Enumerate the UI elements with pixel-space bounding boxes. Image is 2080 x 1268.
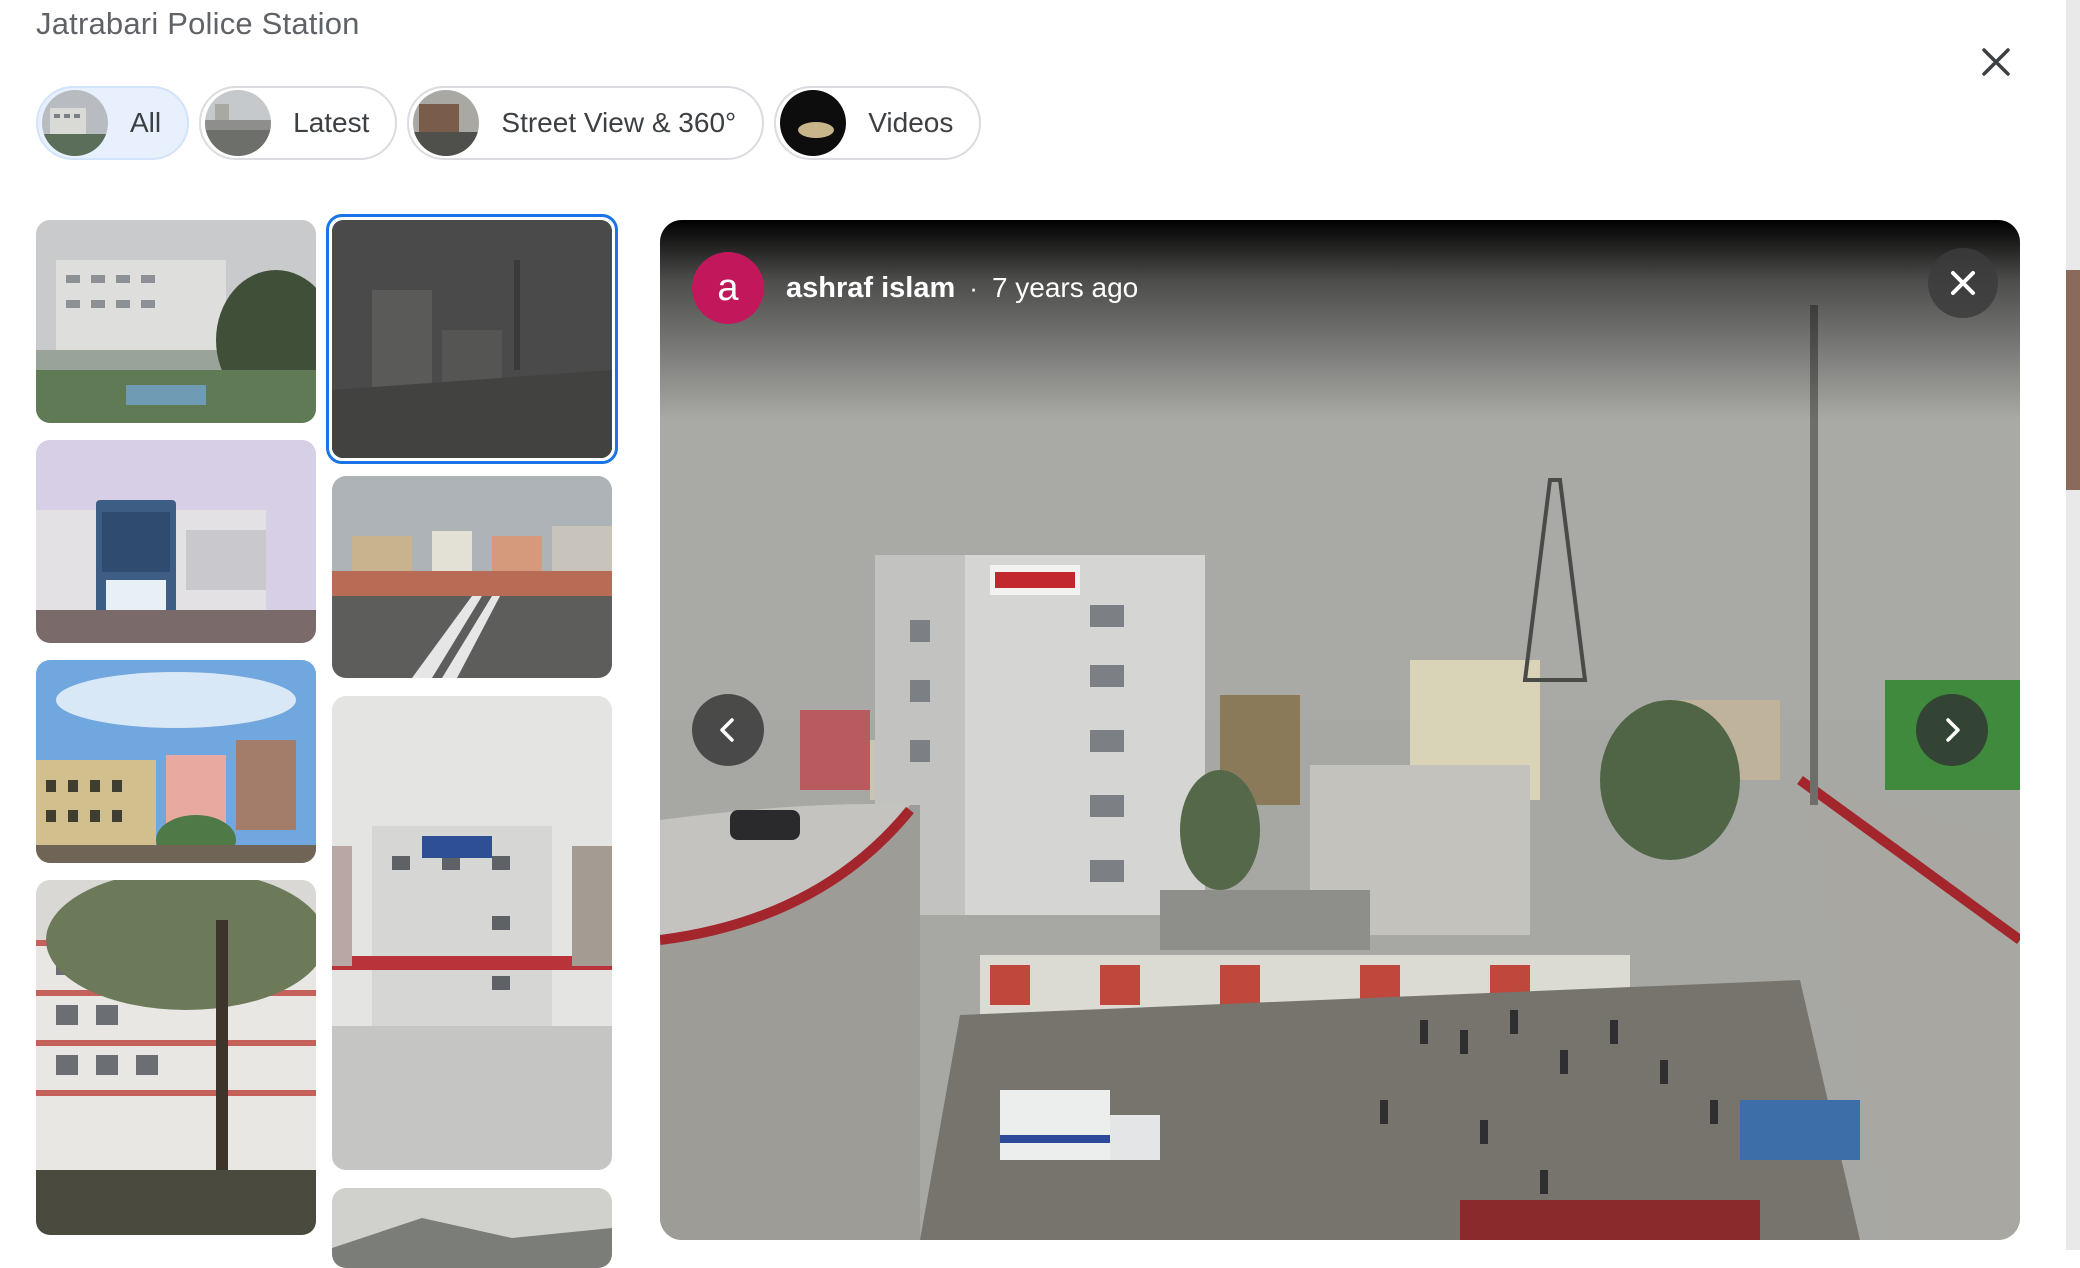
chip-latest-label: Latest [293, 107, 370, 138]
photo-attribution[interactable]: a ashraf islam · 7 years ago [692, 252, 1138, 324]
next-photo-button[interactable] [1916, 694, 1988, 766]
background-page-edge [2066, 0, 2080, 1250]
background-page-photo [2066, 270, 2080, 490]
photo-thumbnail[interactable] [332, 1188, 612, 1268]
chip-videos[interactable]: Videos [774, 86, 982, 160]
chip-all[interactable]: All [36, 86, 190, 160]
photo-thumbnail[interactable] [36, 660, 316, 863]
chip-street-view-label: Street View & 360° [501, 107, 737, 138]
photo-viewer: a ashraf islam · 7 years ago [660, 220, 2020, 1240]
panel-title: Jatrabari Police Station [36, 6, 360, 41]
chip-videos-label: Videos [868, 107, 954, 138]
photo-thumbnail[interactable] [332, 476, 612, 678]
previous-photo-button[interactable] [692, 694, 764, 766]
chevron-right-icon [1946, 718, 1960, 742]
photo-date: 7 years ago [991, 272, 1139, 303]
photo-thumbnail[interactable] [332, 696, 612, 1170]
close-icon [1982, 48, 2010, 76]
chip-all-label: All [130, 107, 162, 138]
photo-thumbnail[interactable] [36, 880, 316, 1235]
close-icon [1951, 271, 1975, 295]
chip-all-thumbnail [42, 90, 108, 156]
chip-street-view-thumbnail [413, 90, 480, 156]
chip-street-view[interactable]: Street View & 360° [407, 86, 765, 160]
author-avatar[interactable]: a [692, 252, 764, 324]
chip-latest-thumbnail [205, 90, 272, 156]
chip-latest[interactable]: Latest [199, 86, 398, 160]
photo-thumbnail[interactable] [36, 440, 316, 643]
photo-thumbnail[interactable] [36, 220, 316, 423]
author-name[interactable]: ashraf islam [786, 272, 955, 305]
separator-dot: · [969, 272, 978, 303]
close-panel-button[interactable] [1976, 42, 2016, 82]
chevron-left-icon [720, 718, 734, 742]
photo-thumbnail-selected[interactable] [326, 214, 618, 464]
close-photo-button[interactable] [1928, 248, 1998, 318]
photo-filter-chips: All Latest Street View & 360° Videos [36, 86, 982, 160]
chip-videos-thumbnail [780, 90, 847, 156]
